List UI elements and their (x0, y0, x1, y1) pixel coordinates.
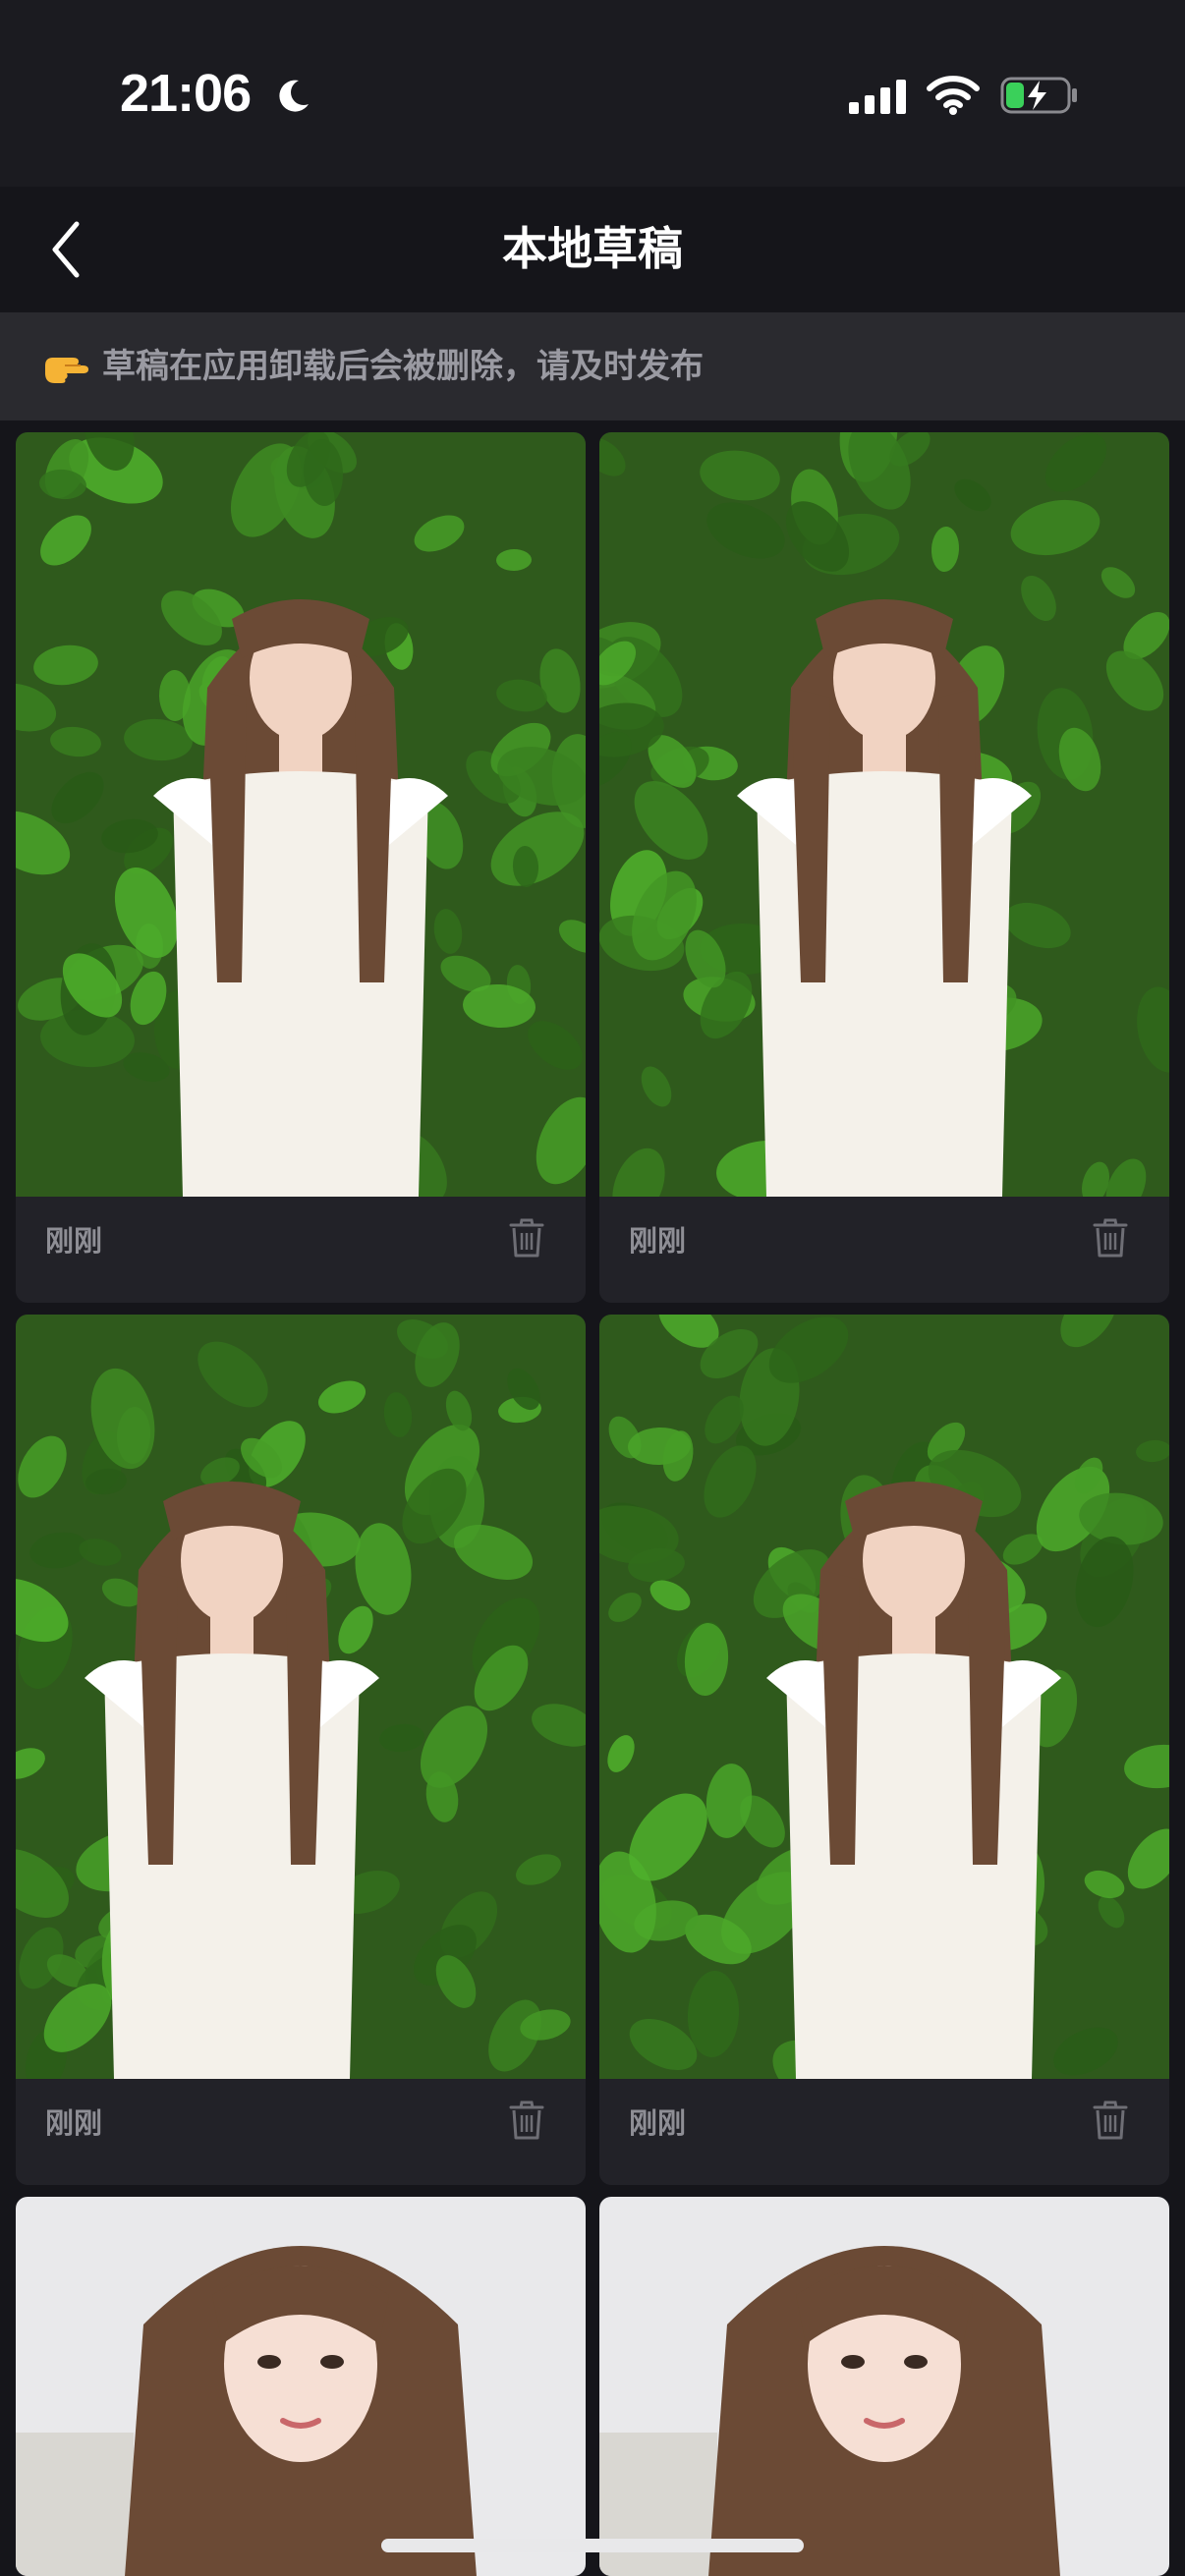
notice-bar: 草稿在应用卸载后会被删除，请及时发布 (0, 312, 1185, 420)
draft-photo[interactable] (599, 1315, 1169, 2079)
wifi-icon (927, 76, 980, 115)
draft-card[interactable]: 刚刚 (599, 432, 1169, 1303)
draft-time-label: 刚刚 (629, 1224, 687, 1258)
draft-card[interactable]: 刚刚 (599, 1315, 1169, 2185)
page-title: 本地草稿 (502, 222, 683, 275)
draft-card[interactable]: 刚刚 (16, 432, 586, 1303)
draft-time-label: 刚刚 (629, 2106, 687, 2140)
delete-draft-trash-icon[interactable] (507, 2099, 546, 2142)
delete-draft-trash-icon[interactable] (1091, 2099, 1130, 2142)
delete-draft-trash-icon[interactable] (1091, 1216, 1130, 1260)
home-indicator (381, 2539, 804, 2552)
draft-card[interactable] (599, 2197, 1169, 2576)
draft-photo[interactable] (599, 432, 1169, 1197)
draft-photo[interactable] (599, 2197, 1169, 2576)
signal-icon (849, 80, 906, 114)
moon-icon (279, 80, 309, 112)
draft-photo[interactable] (16, 432, 586, 1197)
draft-time-label: 刚刚 (45, 1224, 103, 1258)
draft-card[interactable] (16, 2197, 586, 2576)
status-time: 21:06 (120, 64, 252, 123)
status-bar: 21:06 (0, 0, 1185, 187)
draft-card[interactable]: 刚刚 (16, 1315, 586, 2185)
draft-time-label: 刚刚 (45, 2106, 103, 2140)
draft-photo[interactable] (16, 1315, 586, 2079)
notice-text: 草稿在应用卸载后会被删除，请及时发布 (102, 347, 704, 386)
battery-icon (1000, 77, 1077, 114)
draft-photo[interactable] (16, 2197, 586, 2576)
delete-draft-trash-icon[interactable] (507, 1216, 546, 1260)
pointing-hand-icon (45, 358, 88, 383)
